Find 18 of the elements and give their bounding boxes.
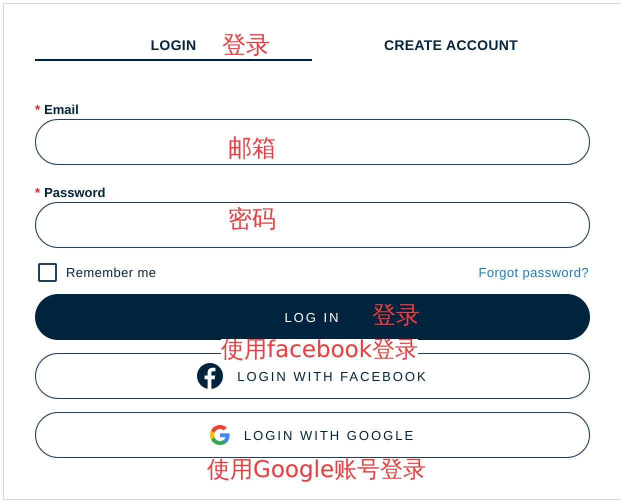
annotation-text: 邮箱 [228,136,276,160]
google-icon [210,425,230,445]
required-mark: * [35,184,40,200]
input-field[interactable] [35,119,590,165]
required-mark: * [35,102,40,116]
annotation-text: 登录 [222,33,270,57]
facebook-icon [197,363,224,389]
field-label: Password [44,184,106,200]
annotation-text: 使用Google账号登录 [207,459,426,482]
input-field[interactable] [35,202,590,248]
forgot-password-link[interactable]: Forgot password? [478,264,589,280]
field-label: Email [44,102,79,116]
annotation-text: 密码 [228,207,276,231]
checkbox[interactable] [38,262,57,282]
google-login-button[interactable]: LOGIN WITH GOOGLE [35,412,590,458]
annotation-text: 登录 [372,303,420,327]
checkbox-label: Remember me [66,264,156,280]
tab[interactable]: CREATE ACCOUNT [312,31,590,61]
